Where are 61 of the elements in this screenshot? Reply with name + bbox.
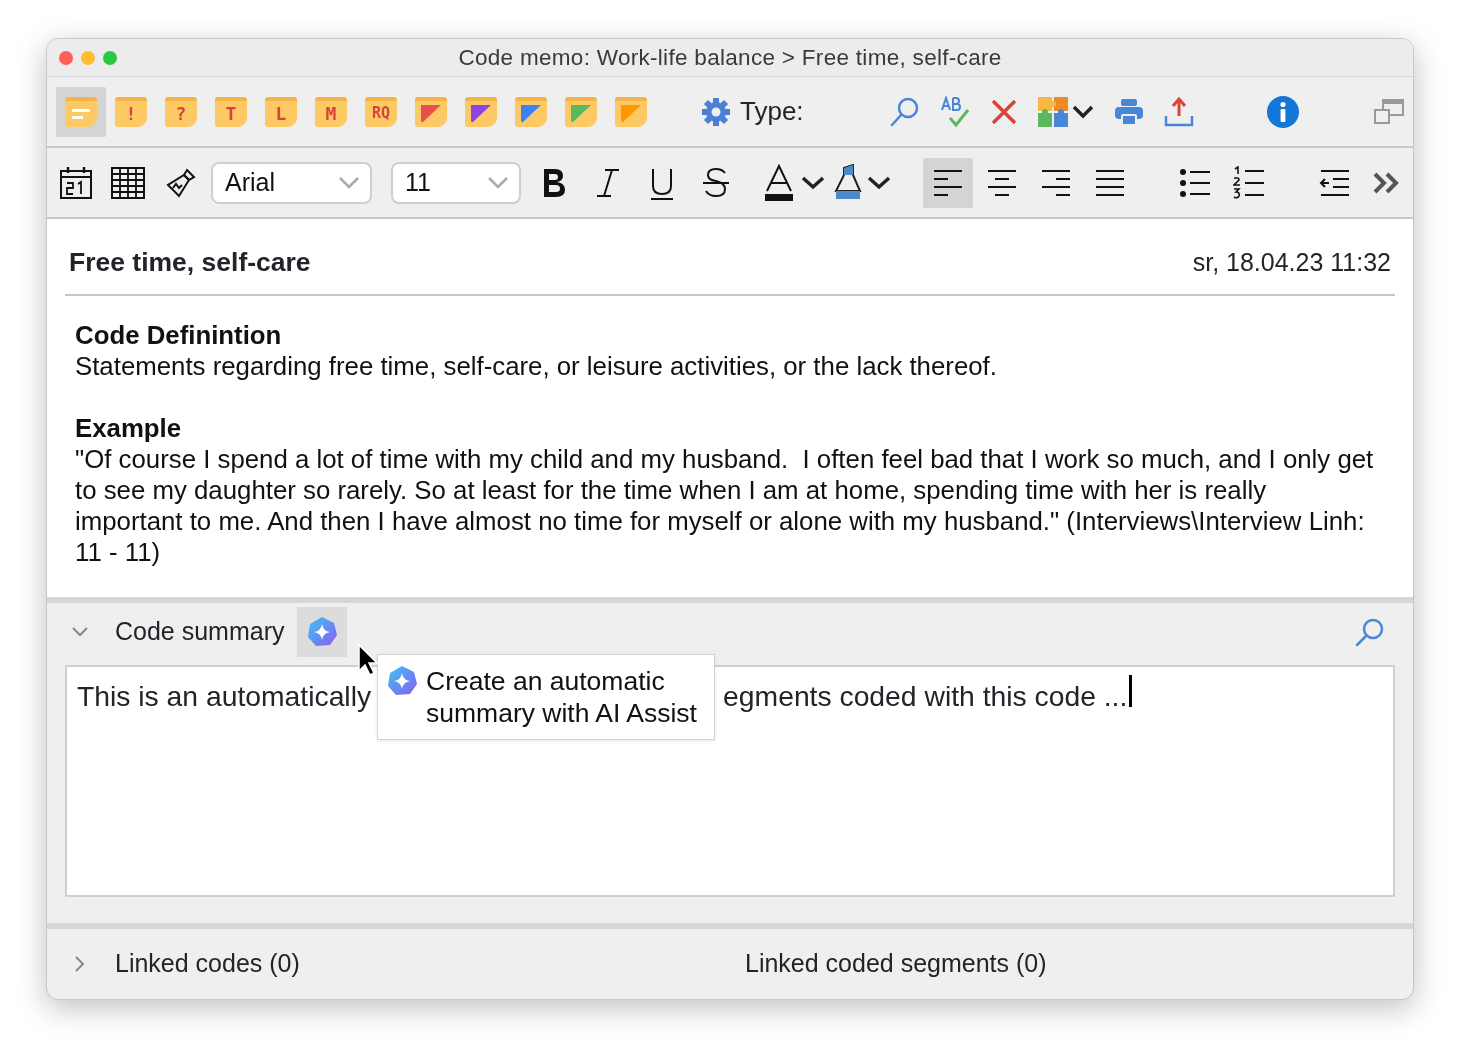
summary-text: This is an automatically xyxy=(77,679,372,714)
more-icon[interactable] xyxy=(1373,171,1401,194)
paintbrush-icon[interactable] xyxy=(165,166,197,199)
caret-icon[interactable] xyxy=(801,174,825,191)
summary-text: egments coded with this code ... xyxy=(723,679,1128,714)
settings-icon[interactable] xyxy=(700,95,732,128)
highlighter-icon[interactable] xyxy=(833,163,863,202)
spellcheck-icon[interactable] xyxy=(940,95,970,128)
section-heading: Example xyxy=(75,412,183,444)
linked-segments-label[interactable]: Linked coded segments (0) xyxy=(745,945,1047,983)
windows-icon[interactable] xyxy=(1374,98,1404,125)
text-color-icon[interactable] xyxy=(763,163,795,202)
memo-type-button[interactable]: ! xyxy=(106,86,156,137)
chevron-icon[interactable] xyxy=(71,626,89,638)
paragraph: Statements regarding free time, self-care, or leisure activities, or the lack thereof. xyxy=(75,350,998,382)
outdent-icon[interactable] xyxy=(1319,167,1351,198)
memo-type-label: L xyxy=(275,104,287,123)
font-select[interactable]: Arial xyxy=(211,161,372,204)
info-icon[interactable] xyxy=(1266,94,1300,129)
memo-type-label: M xyxy=(325,104,337,123)
calendar-icon[interactable] xyxy=(59,165,93,200)
text-cursor xyxy=(1129,675,1133,707)
memo-type-button[interactable]: T xyxy=(206,86,256,137)
paragraph: "Of course I spend a lot of time with my child and my husband. I often feel bad that I work so much, and I only get to see my daughter so rarely. So at least for the time when I am at home, spending time with her is really important to me. And then I have almost no time for myself or alone with my husband." (Interviews\Interview Linh: 11 - 11) xyxy=(75,443,1375,568)
printer-icon[interactable] xyxy=(1114,96,1144,127)
upload-icon[interactable] xyxy=(1164,95,1194,128)
bulleted-list-icon[interactable] xyxy=(1179,166,1211,199)
ai-assist-button[interactable] xyxy=(296,607,347,657)
tooltip-text: Create an automatic summary with AI Assist xyxy=(426,665,698,729)
lines-icon xyxy=(72,108,90,119)
font-size-value: 11 xyxy=(405,166,431,198)
close-button[interactable] xyxy=(59,50,73,65)
linked-codes-label[interactable]: Linked codes (0) xyxy=(115,945,745,983)
memo-title: Free time, self-care xyxy=(69,246,311,279)
memo-date: sr, 18.04.23 11:32 xyxy=(1192,247,1391,278)
sparkle-icon xyxy=(386,665,418,697)
search-icon[interactable] xyxy=(890,95,920,128)
memo-type-button[interactable]: M xyxy=(306,86,356,137)
section-heading: Code Definintion xyxy=(75,319,283,351)
table-icon[interactable] xyxy=(111,166,145,199)
section-title: Code summary xyxy=(115,616,285,648)
caret-icon[interactable] xyxy=(867,174,891,191)
memo-type-button[interactable]: L xyxy=(256,86,306,137)
memo-type-button[interactable]: ? xyxy=(156,86,206,137)
window-title: Code memo: Work-life balance > Free time, self-care xyxy=(457,43,1003,72)
size-select[interactable]: 11 xyxy=(391,161,521,204)
memo-type-label: ? xyxy=(175,104,187,123)
numbered-list-icon[interactable] xyxy=(1233,165,1265,200)
memo-type-button[interactable]: RQ xyxy=(356,86,406,137)
memo-type-label: ! xyxy=(125,104,137,123)
search-icon[interactable] xyxy=(1355,617,1385,647)
type-label: Type: xyxy=(740,95,804,128)
delete-icon[interactable] xyxy=(990,97,1018,126)
memo-type-label: RQ xyxy=(371,106,391,121)
memo-type-label: T xyxy=(225,104,237,123)
chevron-icon xyxy=(338,175,360,190)
caret-icon[interactable] xyxy=(1072,104,1094,119)
font-name: Arial xyxy=(225,166,275,198)
chevron-icon xyxy=(487,175,509,190)
align-left-button[interactable] xyxy=(923,157,973,208)
sparkle-icon xyxy=(305,616,338,648)
